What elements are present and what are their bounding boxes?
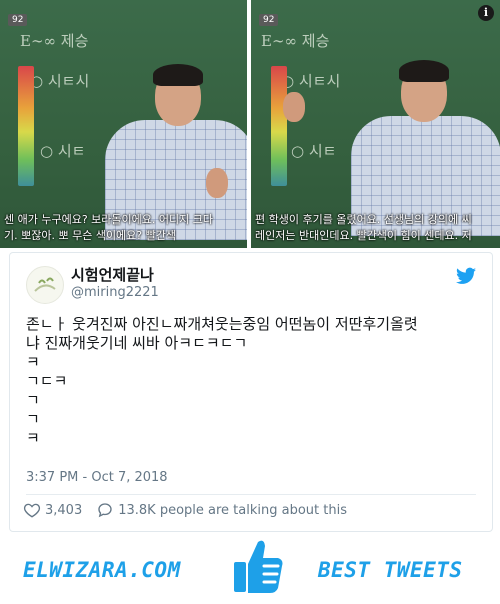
best-tweets-label: BEST TWEETS	[318, 558, 463, 582]
subtitle-line: 센 애가 누구에요? 보라돌이에요. 어디지 크다	[4, 213, 213, 226]
reply-bubble-icon[interactable]	[96, 501, 114, 519]
site-brand[interactable]: ELWIZARA.COM	[23, 558, 181, 582]
avatar-doodle-icon	[34, 277, 56, 292]
twitter-bird-icon[interactable]	[456, 267, 476, 285]
chalk-writing: ○ 시ㅌ시	[281, 72, 341, 90]
talking-about-link[interactable]: 13.8K people are talking about this	[118, 503, 347, 518]
channel-tag: 92	[259, 14, 279, 26]
avatar[interactable]	[26, 266, 64, 304]
display-name[interactable]: 시험언제끝나	[71, 264, 154, 285]
subtitle-line: 레인저는 반대인데요. 빨간색이 힘이 센데요. 저	[255, 229, 472, 242]
subtitle-line: 기. 뽀잖아. 뽀 무슨 색이에요? 빨간색	[4, 229, 176, 242]
like-count[interactable]: 3,403	[45, 503, 82, 518]
media-still-right[interactable]: 92 E∼∞ 제승 ○ 시ㅌ시 ○ 시ㅌ 편 학생이 후기를 올렸어요. 선생님…	[251, 0, 500, 248]
tweet-card[interactable]: 시험언제끝나 @miring2221 존ㄴㅏ 웃겨진짜 아진ㄴ짜개쳐웃는중임 어…	[9, 252, 493, 532]
user-handle[interactable]: @miring2221	[71, 285, 159, 300]
chalk-writing: ○ 시ㅌ	[40, 142, 86, 160]
channel-tag: 92	[8, 14, 28, 26]
tweet-text: 존ㄴㅏ 웃겨진짜 아진ㄴ짜개쳐웃는중임 어떤놈이 저딴후기올렷 냐 진짜개웃기네…	[26, 315, 418, 447]
heart-icon[interactable]	[23, 501, 41, 519]
chalk-writing: ○ 시ㅌ	[291, 142, 337, 160]
thumbs-up-icon	[234, 540, 283, 593]
info-icon[interactable]: i	[478, 5, 494, 21]
footer-banner: ELWIZARA.COM BEST TWEETS	[0, 534, 500, 604]
divider	[26, 494, 476, 495]
tweet-media[interactable]: 92 E∼∞ 제승 ○ 시ㅌ시 ○ 시ㅌ 센 애가 누구에요? 보라돌이에요. …	[0, 0, 500, 248]
color-gradient-bar	[18, 66, 34, 186]
chalk-writing: ○ 시ㅌ시	[30, 72, 90, 90]
tweet-actions: 3,403 13.8K people are talking about thi…	[23, 501, 347, 519]
chalk-writing: E∼∞ 제승	[20, 32, 89, 50]
media-still-left[interactable]: 92 E∼∞ 제승 ○ 시ㅌ시 ○ 시ㅌ 센 애가 누구에요? 보라돌이에요. …	[0, 0, 247, 248]
chalk-writing: E∼∞ 제승	[261, 32, 330, 50]
tweet-timestamp[interactable]: 3:37 PM - Oct 7, 2018	[26, 470, 168, 485]
subtitle-line: 편 학생이 후기를 올렸어요. 선생님의 강의에 씨	[255, 213, 472, 226]
color-gradient-bar	[271, 66, 287, 186]
